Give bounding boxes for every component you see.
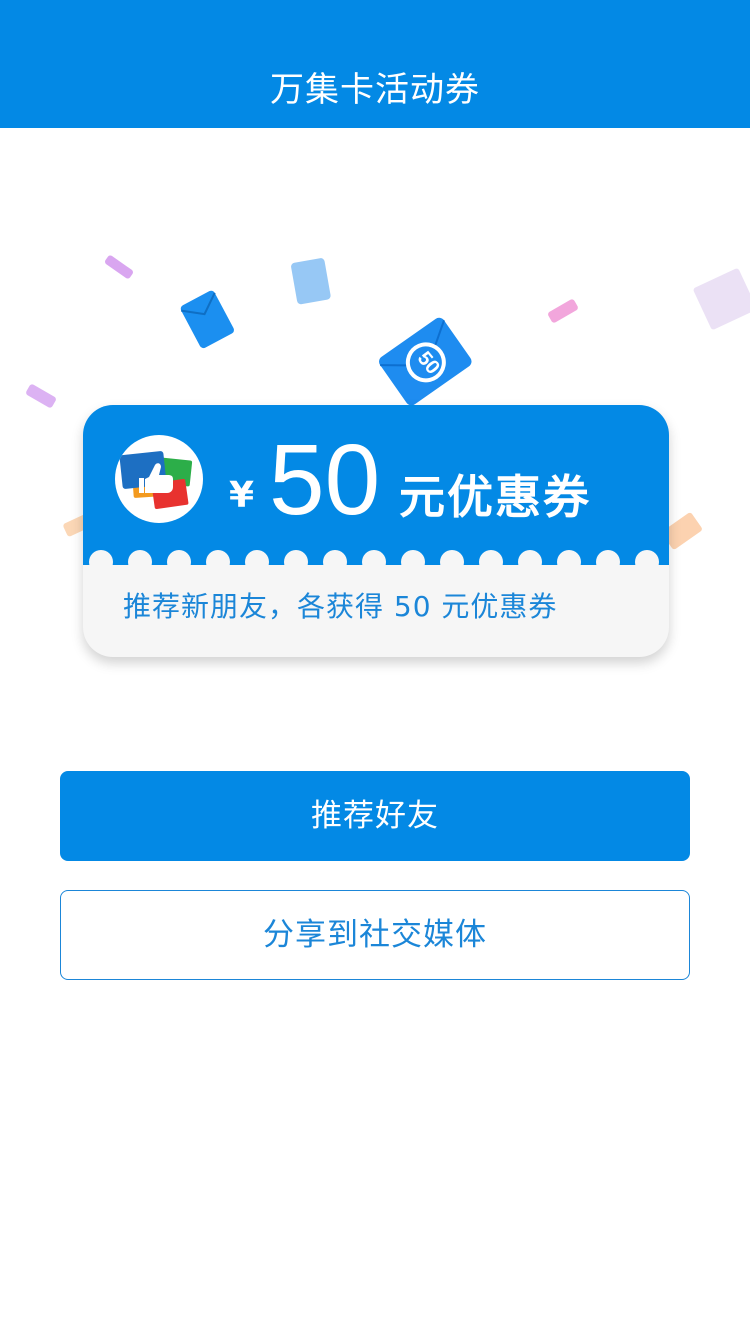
envelope-icon: [178, 288, 242, 358]
coupon-scallop: [518, 550, 542, 574]
coupon-scallop: [167, 550, 191, 574]
coupon-scallop: [635, 550, 659, 574]
confetti-piece: [103, 254, 135, 280]
envelope-icon: [290, 256, 334, 312]
confetti-piece: [692, 267, 750, 331]
coupon-scallop: [245, 550, 269, 574]
coupon-scallop: [128, 550, 152, 574]
coupon-amount: 50: [269, 424, 381, 536]
coupon-scallop: [284, 550, 308, 574]
confetti-piece: [25, 383, 57, 409]
coupon-scallop: [323, 550, 347, 574]
coupon-scallop: [440, 550, 464, 574]
coupon-type: 元优惠券: [399, 470, 591, 524]
recommend-friend-button[interactable]: 推荐好友: [60, 771, 690, 861]
header-bar: 万集卡活动券: [0, 0, 750, 128]
coupon-scallop: [206, 550, 230, 574]
coupon-currency: ¥: [229, 475, 255, 516]
coupon-envelope-icon: 50: [372, 314, 482, 414]
coupon-scallop: [596, 550, 620, 574]
coupon-scallop: [362, 550, 386, 574]
coupon-scallop: [401, 550, 425, 574]
coupon-card: ¥ 50 元优惠券 推荐新朋友，各获得 50 元优惠券: [83, 405, 669, 657]
share-social-button[interactable]: 分享到社交媒体: [60, 890, 690, 980]
page-title: 万集卡活动券: [270, 70, 480, 110]
coupon-scallop: [479, 550, 503, 574]
confetti-piece: [547, 298, 579, 324]
coupon-scallop: [89, 550, 113, 574]
coupon-scallop: [557, 550, 581, 574]
coupon-description: 推荐新朋友，各获得 50 元优惠券: [123, 590, 558, 623]
thumbs-up-logo-icon: [115, 435, 203, 523]
